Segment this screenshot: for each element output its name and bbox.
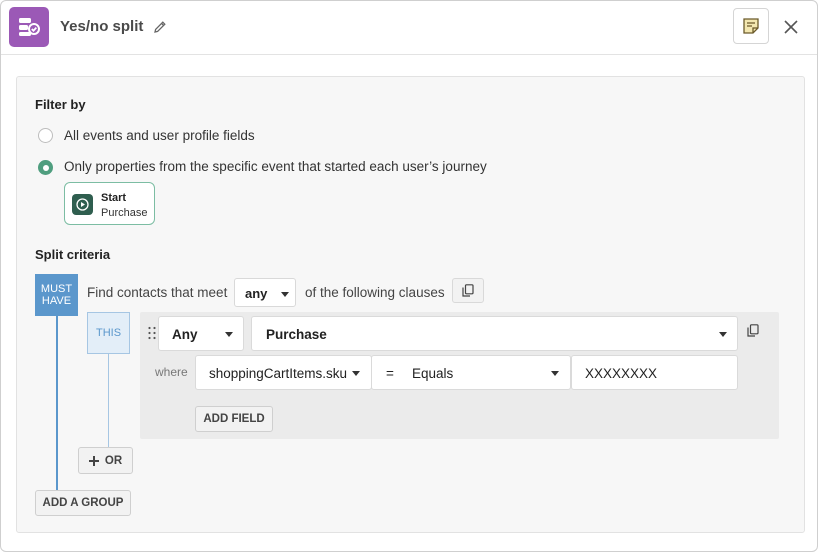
or-label: OR	[104, 454, 123, 467]
notes-button[interactable]	[733, 8, 769, 44]
match-any-value: any	[245, 286, 268, 301]
match-any-select[interactable]: any	[234, 278, 296, 307]
this-tag: THIS	[87, 312, 130, 354]
split-icon	[9, 7, 49, 47]
drag-handle-icon[interactable]	[147, 326, 157, 340]
start-card-subtitle: Purchase	[101, 207, 148, 219]
start-card-title: Start	[101, 192, 127, 204]
chevron-down-icon	[551, 371, 559, 376]
notes-icon	[743, 18, 759, 34]
must-have-tag: MUST HAVE	[35, 274, 78, 316]
event-name-select[interactable]: Purchase	[251, 316, 738, 351]
copy-icon	[462, 284, 474, 297]
split-dialog: Yes/no split Filter by All events and us…	[0, 0, 818, 552]
chevron-down-icon	[352, 371, 360, 376]
event-qualifier-select[interactable]: Any	[158, 316, 244, 351]
where-label: where	[155, 365, 188, 379]
filter-by-heading: Filter by	[35, 97, 86, 112]
add-or-button[interactable]: OR	[78, 447, 133, 474]
dialog-title: Yes/no split	[60, 18, 144, 35]
following-clauses-text: of the following clauses	[305, 285, 445, 300]
play-icon	[72, 194, 93, 215]
operator-value: Equals	[412, 366, 454, 381]
copy-group-button[interactable]	[452, 278, 484, 303]
operator-symbol: =	[386, 366, 394, 381]
chevron-down-icon	[719, 332, 727, 337]
operator-select[interactable]: = Equals	[371, 355, 571, 390]
clause-block: Any Purchase where shoppingCartItems.sku…	[140, 312, 779, 439]
property-field-value: shoppingCartItems.sku	[209, 366, 348, 381]
dialog-header: Yes/no split	[1, 1, 817, 55]
must-have-connector	[56, 316, 58, 492]
property-field-select[interactable]: shoppingCartItems.sku	[195, 355, 372, 390]
value-input[interactable]: XXXXXXXX	[571, 355, 738, 390]
value-input-text: XXXXXXXX	[585, 366, 658, 381]
radio-only-properties[interactable]	[38, 160, 53, 175]
copy-icon	[747, 324, 759, 337]
start-event-card[interactable]: Start Purchase	[64, 182, 155, 225]
add-group-button[interactable]: ADD A GROUP	[35, 490, 131, 516]
this-connector	[108, 354, 109, 449]
chevron-down-icon	[225, 332, 233, 337]
radio-all-events[interactable]	[38, 128, 53, 143]
chevron-down-icon	[281, 292, 289, 297]
copy-clause-button[interactable]	[747, 324, 759, 342]
split-settings-panel: Filter by All events and user profile fi…	[16, 76, 805, 533]
close-button[interactable]	[781, 17, 801, 37]
add-field-button[interactable]: ADD FIELD	[195, 406, 273, 432]
split-criteria-heading: Split criteria	[35, 247, 111, 262]
pencil-icon[interactable]	[152, 19, 168, 35]
radio-all-events-label[interactable]: All events and user profile fields	[64, 128, 255, 143]
event-name-value: Purchase	[266, 327, 327, 342]
close-icon	[784, 20, 798, 34]
find-contacts-text: Find contacts that meet	[87, 285, 228, 300]
radio-only-properties-label[interactable]: Only properties from the specific event …	[64, 159, 487, 174]
plus-icon	[88, 455, 99, 466]
event-qualifier-value: Any	[172, 327, 198, 342]
